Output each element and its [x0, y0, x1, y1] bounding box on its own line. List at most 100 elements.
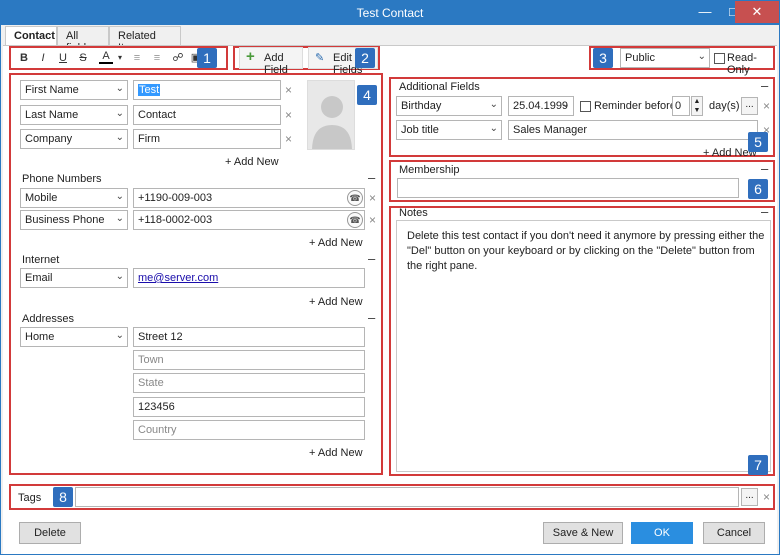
chevron-down-icon[interactable]: ▾ [113, 49, 127, 67]
job-title-input[interactable]: Sales Manager [508, 120, 758, 140]
plus-icon: + [246, 48, 255, 65]
close-icon[interactable]: ✕ [735, 1, 779, 23]
badge-4: 4 [357, 85, 377, 105]
ok-button[interactable]: OK [631, 522, 693, 544]
town-placeholder: Town [138, 354, 164, 366]
font-color-icon[interactable]: A [99, 49, 113, 64]
badge-6: 6 [748, 179, 768, 199]
first-name-type-select[interactable]: First Name ⌄ [20, 80, 128, 100]
main-content: B I U S A ▾ ≡ ≡ ☍ ▣ 1 + Add Field ✎ Edit… [3, 45, 777, 554]
internet-type-select[interactable]: Email ⌄ [20, 268, 128, 288]
bold-icon[interactable]: B [17, 49, 31, 67]
phone-call-icon[interactable]: ☎ [347, 190, 363, 206]
company-type-select[interactable]: Company ⌄ [20, 129, 128, 149]
birthday-value: 25.04.1999 [513, 100, 569, 112]
notes-title: Notes [399, 207, 428, 219]
chevron-down-icon: ⌄ [115, 108, 124, 119]
add-new-phone-link[interactable]: + Add New [309, 237, 363, 249]
clear-icon[interactable]: × [285, 132, 292, 146]
job-title-type-select[interactable]: Job title ⌄ [396, 120, 502, 140]
chevron-down-icon: ⌄ [489, 123, 498, 134]
first-name-input[interactable]: Test [133, 80, 281, 100]
zip-input[interactable]: 123456 [133, 397, 365, 417]
company-input[interactable]: Firm [133, 129, 281, 149]
birthday-type-select[interactable]: Birthday ⌄ [396, 96, 502, 116]
read-only-label: Read-Only [727, 52, 757, 76]
town-input[interactable]: Town [133, 350, 365, 370]
collapse-icon[interactable]: – [761, 205, 768, 218]
add-field-button[interactable]: + Add Field [239, 47, 303, 76]
notes-line: "Del" button on your keyboard or by clic… [407, 245, 755, 257]
badge-1: 1 [197, 48, 217, 68]
bullet-list-icon[interactable]: ≡ [130, 49, 144, 67]
clear-icon[interactable]: × [763, 490, 770, 504]
collapse-icon[interactable]: – [368, 252, 375, 265]
chevron-down-icon: ⌄ [561, 99, 570, 110]
tab-related-items[interactable]: Related Items [109, 26, 181, 54]
company-value: Firm [138, 133, 160, 145]
phone-type-select[interactable]: Business Phone ⌄ [20, 210, 128, 230]
visibility-select[interactable]: Public ⌄ [620, 48, 710, 68]
country-input[interactable]: Country [133, 420, 365, 440]
reminder-checkbox[interactable] [580, 101, 591, 112]
title-bar: Test Contact — □ ✕ [1, 1, 779, 25]
italic-icon[interactable]: I [36, 49, 50, 67]
pencil-icon: ✎ [315, 52, 325, 64]
business-phone-input[interactable]: +118-0002-003 [133, 210, 365, 230]
clear-icon[interactable]: × [285, 83, 292, 97]
membership-input[interactable] [397, 178, 739, 198]
address-type-select[interactable]: Home ⌄ [20, 327, 128, 347]
email-input[interactable]: me@server.com [133, 268, 365, 288]
field-type-label: First Name [25, 84, 79, 96]
underline-icon[interactable]: U [56, 49, 70, 67]
chevron-down-icon: ⌄ [115, 271, 124, 282]
street-input[interactable]: Street 12 [133, 327, 365, 347]
clear-icon[interactable]: × [369, 191, 376, 205]
reminder-label: Reminder before [594, 100, 676, 112]
delete-button[interactable]: Delete [19, 522, 81, 544]
additional-fields-title: Additional Fields [399, 81, 480, 93]
tags-more-button[interactable]: ... [741, 488, 758, 506]
tab-contact[interactable]: Contact [5, 26, 57, 46]
link-icon[interactable]: ☍ [171, 49, 185, 67]
spinner-icon[interactable]: ▲ ▼ [691, 96, 703, 116]
clear-icon[interactable]: × [763, 99, 770, 113]
reminder-days-input[interactable]: 0 [672, 96, 690, 116]
last-name-type-select[interactable]: Last Name ⌄ [20, 105, 128, 125]
job-title-value: Sales Manager [513, 124, 587, 136]
clear-icon[interactable]: × [285, 108, 292, 122]
clear-icon[interactable]: × [369, 213, 376, 227]
chevron-down-icon: ⌄ [115, 132, 124, 143]
save-new-button[interactable]: Save & New [543, 522, 623, 544]
chevron-down-icon: ⌄ [115, 83, 124, 94]
collapse-icon[interactable]: – [761, 79, 768, 92]
read-only-checkbox[interactable] [714, 53, 725, 64]
numbered-list-icon[interactable]: ≡ [150, 49, 164, 67]
phone-call-icon[interactable]: ☎ [347, 212, 363, 228]
avatar[interactable] [307, 80, 355, 150]
add-new-address-link[interactable]: + Add New [309, 447, 363, 459]
last-name-input[interactable]: Contact [133, 105, 281, 125]
tab-all-fields[interactable]: All fields [57, 26, 109, 54]
more-options-button[interactable]: ... [741, 97, 758, 115]
add-new-internet-link[interactable]: + Add New [309, 296, 363, 308]
zip-value: 123456 [138, 401, 175, 413]
add-new-name-link[interactable]: + Add New [225, 156, 279, 168]
reminder-days-value: 0 [675, 100, 682, 112]
minimize-icon[interactable]: — [691, 1, 719, 23]
field-type-label: Business Phone [25, 214, 105, 226]
mobile-phone-input[interactable]: +1190-009-003 [133, 188, 365, 208]
strikethrough-icon[interactable]: S [76, 49, 90, 67]
field-type-label: Mobile [25, 192, 58, 204]
phone-type-select[interactable]: Mobile ⌄ [20, 188, 128, 208]
state-input[interactable]: State [133, 373, 365, 393]
birthday-date-picker[interactable]: 25.04.1999 ⌄ [508, 96, 574, 116]
collapse-icon[interactable]: – [761, 162, 768, 175]
cancel-button[interactable]: Cancel [703, 522, 765, 544]
chevron-down-icon: ⌄ [115, 213, 124, 224]
collapse-icon[interactable]: – [368, 311, 375, 324]
phone-section-title: Phone Numbers [22, 173, 102, 185]
notes-editor[interactable]: Delete this test contact if you don't ne… [396, 220, 771, 472]
collapse-icon[interactable]: – [368, 171, 375, 184]
tags-input[interactable] [75, 487, 739, 507]
